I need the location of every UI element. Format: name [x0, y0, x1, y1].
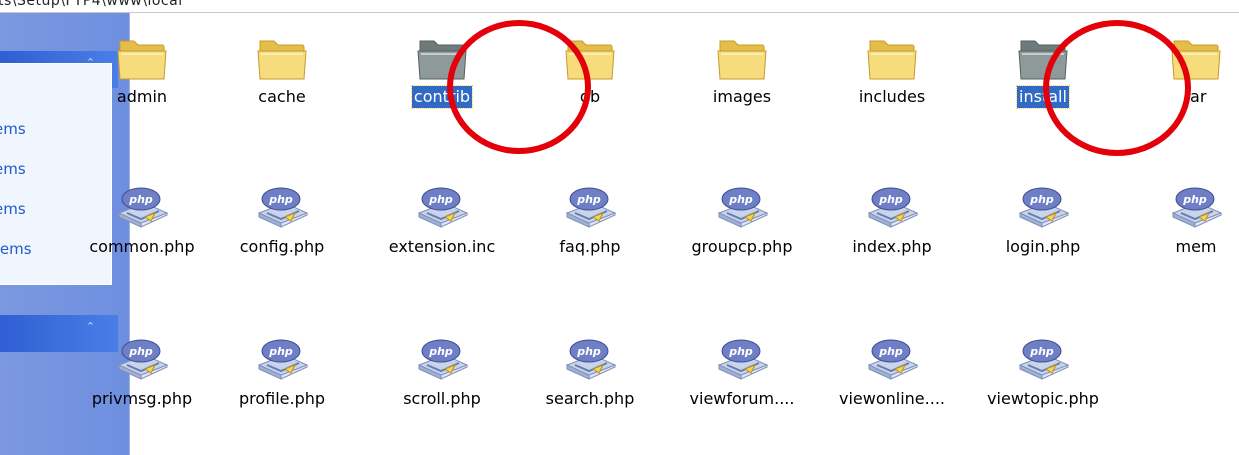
php-file-icon: php	[110, 332, 174, 388]
php-file-icon: php	[710, 180, 774, 236]
file-name-label: lar	[1185, 87, 1207, 106]
file-item[interactable]: php extension.inc	[372, 180, 512, 258]
folder-item[interactable]: admin	[72, 30, 212, 108]
svg-text:php: php	[878, 193, 903, 206]
file-name-label: install	[1016, 85, 1070, 109]
file-name-label: search.php	[545, 389, 635, 408]
file-item[interactable]: php viewtopic.php	[973, 332, 1113, 410]
php-file-icon: php	[1164, 180, 1228, 236]
address-bar[interactable]: ts\Setup\FTP4\www\local	[0, 0, 1239, 13]
folder-item[interactable]: db	[520, 30, 660, 108]
file-item[interactable]: php privmsg.php	[72, 332, 212, 410]
file-item[interactable]: php index.php	[822, 180, 962, 258]
file-item[interactable]: php mem	[1126, 180, 1239, 258]
php-file-icon: php	[710, 332, 774, 388]
file-name-label: config.php	[239, 237, 325, 256]
php-file-icon: php	[410, 180, 474, 236]
folder-icon	[110, 30, 174, 86]
folder-item[interactable]: includes	[822, 30, 962, 108]
php-file-icon: php	[250, 332, 314, 388]
php-file-icon: php	[860, 332, 924, 388]
php-file-icon: php	[110, 180, 174, 236]
file-item[interactable]: php faq.php	[520, 180, 660, 258]
folder-icon	[1011, 30, 1075, 86]
folder-item[interactable]: images	[672, 30, 812, 108]
svg-text:php: php	[128, 193, 153, 206]
folder-item[interactable]: cache	[212, 30, 352, 108]
file-item[interactable]: php config.php	[212, 180, 352, 258]
folder-icon	[558, 30, 622, 86]
folder-item[interactable]: lar	[1126, 30, 1239, 108]
file-item[interactable]: php scroll.php	[372, 332, 512, 410]
task-link[interactable]: tems	[0, 240, 32, 258]
file-item[interactable]: php login.php	[973, 180, 1113, 258]
php-file-icon: php	[558, 332, 622, 388]
file-item[interactable]: php viewonline....	[822, 332, 962, 410]
svg-text:php: php	[128, 345, 153, 358]
file-name-label: extension.inc	[388, 237, 496, 256]
php-file-icon: php	[860, 180, 924, 236]
file-item[interactable]: php groupcp.php	[672, 180, 812, 258]
folder-item[interactable]: install	[973, 30, 1113, 109]
task-link[interactable]: ems	[0, 200, 26, 218]
folder-icon	[710, 30, 774, 86]
folder-icon	[410, 30, 474, 86]
file-item[interactable]: php profile.php	[212, 332, 352, 410]
file-name-label: mem	[1175, 237, 1217, 256]
svg-text:php: php	[268, 345, 293, 358]
svg-text:php: php	[1029, 193, 1054, 206]
svg-text:php: php	[428, 345, 453, 358]
file-name-label: scroll.php	[403, 389, 481, 408]
address-text: ts\Setup\FTP4\www\local	[0, 0, 183, 9]
svg-text:php: php	[728, 345, 753, 358]
php-file-icon: php	[558, 180, 622, 236]
svg-text:php: php	[576, 345, 601, 358]
php-file-icon: php	[250, 180, 314, 236]
file-name-label: viewonline....	[839, 389, 945, 408]
folder-icon	[1164, 30, 1228, 86]
file-name-label: admin	[116, 87, 168, 106]
file-name-label: viewforum....	[689, 389, 795, 408]
file-name-label: images	[712, 87, 772, 106]
file-name-label: index.php	[852, 237, 932, 256]
file-name-label: db	[579, 87, 601, 106]
file-item[interactable]: php common.php	[72, 180, 212, 258]
file-name-label: groupcp.php	[691, 237, 793, 256]
task-link[interactable]: ems	[0, 120, 26, 138]
php-file-icon: php	[1011, 180, 1075, 236]
file-name-label: privmsg.php	[91, 389, 193, 408]
task-link[interactable]: ems	[0, 160, 26, 178]
file-item[interactable]: php search.php	[520, 332, 660, 410]
file-name-label: contrib	[410, 85, 474, 109]
file-name-label: login.php	[1005, 237, 1081, 256]
file-name-label: viewtopic.php	[987, 389, 1099, 408]
folder-item[interactable]: contrib	[372, 30, 512, 109]
svg-text:php: php	[268, 193, 293, 206]
file-item[interactable]: php viewforum....	[672, 332, 812, 410]
folder-icon	[860, 30, 924, 86]
svg-text:php: php	[728, 193, 753, 206]
file-name-label: common.php	[89, 237, 195, 256]
php-file-icon: php	[1011, 332, 1075, 388]
file-name-label: faq.php	[559, 237, 621, 256]
svg-text:php: php	[878, 345, 903, 358]
file-name-label: profile.php	[238, 389, 326, 408]
folder-icon	[250, 30, 314, 86]
php-file-icon: php	[410, 332, 474, 388]
svg-text:php: php	[1182, 193, 1207, 206]
svg-text:php: php	[428, 193, 453, 206]
svg-text:php: php	[576, 193, 601, 206]
file-name-label: includes	[858, 87, 926, 106]
svg-text:php: php	[1029, 345, 1054, 358]
file-name-label: cache	[258, 87, 306, 106]
